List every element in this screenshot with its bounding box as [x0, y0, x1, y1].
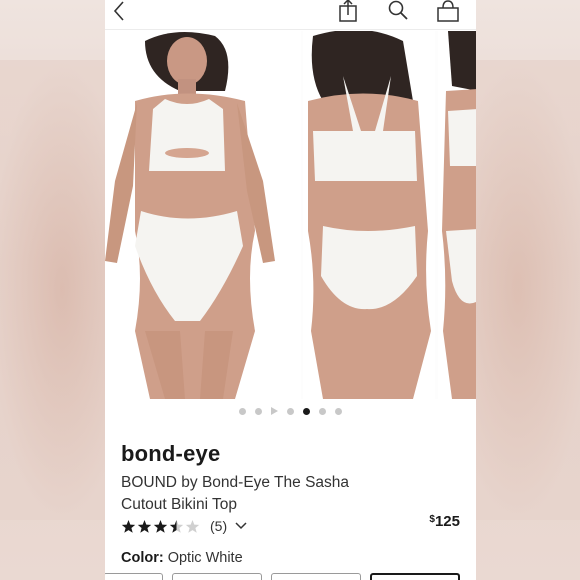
- color-value: Optic White: [167, 550, 243, 566]
- pagination-dot[interactable]: [287, 407, 294, 415]
- price-amount: 125: [434, 513, 460, 530]
- background-smudge-right: [470, 60, 580, 520]
- background-smudge-left: [0, 60, 110, 520]
- pagination-dot[interactable]: [255, 407, 262, 415]
- color-swatch[interactable]: [172, 573, 262, 580]
- product-photo-back[interactable]: [303, 31, 435, 399]
- star-rating: [121, 519, 200, 534]
- rating-summary[interactable]: (5): [121, 517, 247, 535]
- product-page: bond-eye BOUND by Bond-Eye The Sasha Cut…: [105, 0, 476, 580]
- video-indicator-icon[interactable]: [271, 407, 278, 415]
- star-full-icon: [153, 519, 168, 533]
- pagination-dot-active[interactable]: [303, 407, 310, 415]
- pagination-dot[interactable]: [239, 407, 246, 415]
- gallery-pagination: [105, 405, 476, 417]
- color-swatches: [105, 573, 476, 580]
- color-swatch[interactable]: [271, 573, 361, 580]
- star-full-icon: [137, 519, 152, 533]
- product-photo-front[interactable]: [105, 31, 301, 399]
- star-half-icon: [169, 519, 184, 533]
- chevron-down-icon[interactable]: [235, 522, 247, 530]
- shopping-bag-icon[interactable]: [436, 0, 460, 24]
- product-price: $125: [429, 513, 460, 530]
- product-image-gallery[interactable]: [105, 31, 476, 399]
- star-full-icon: [121, 519, 136, 533]
- star-empty-icon: [185, 519, 200, 533]
- color-swatch-selected[interactable]: [370, 573, 460, 580]
- chevron-left-icon[interactable]: [111, 0, 127, 24]
- review-count[interactable]: (5): [210, 518, 227, 534]
- search-icon[interactable]: [387, 0, 409, 24]
- color-swatch[interactable]: [105, 573, 163, 580]
- brand-name[interactable]: bond-eye: [121, 441, 220, 467]
- top-toolbar: [105, 0, 476, 30]
- share-icon[interactable]: [337, 0, 359, 24]
- color-selection: Color: Optic White: [121, 550, 243, 566]
- pagination-dot[interactable]: [319, 407, 326, 415]
- color-label: Color:: [121, 550, 164, 566]
- product-photo-side[interactable]: [438, 31, 476, 399]
- product-title: BOUND by Bond-Eye The Sasha Cutout Bikin…: [121, 474, 350, 513]
- pagination-dot[interactable]: [335, 407, 342, 415]
